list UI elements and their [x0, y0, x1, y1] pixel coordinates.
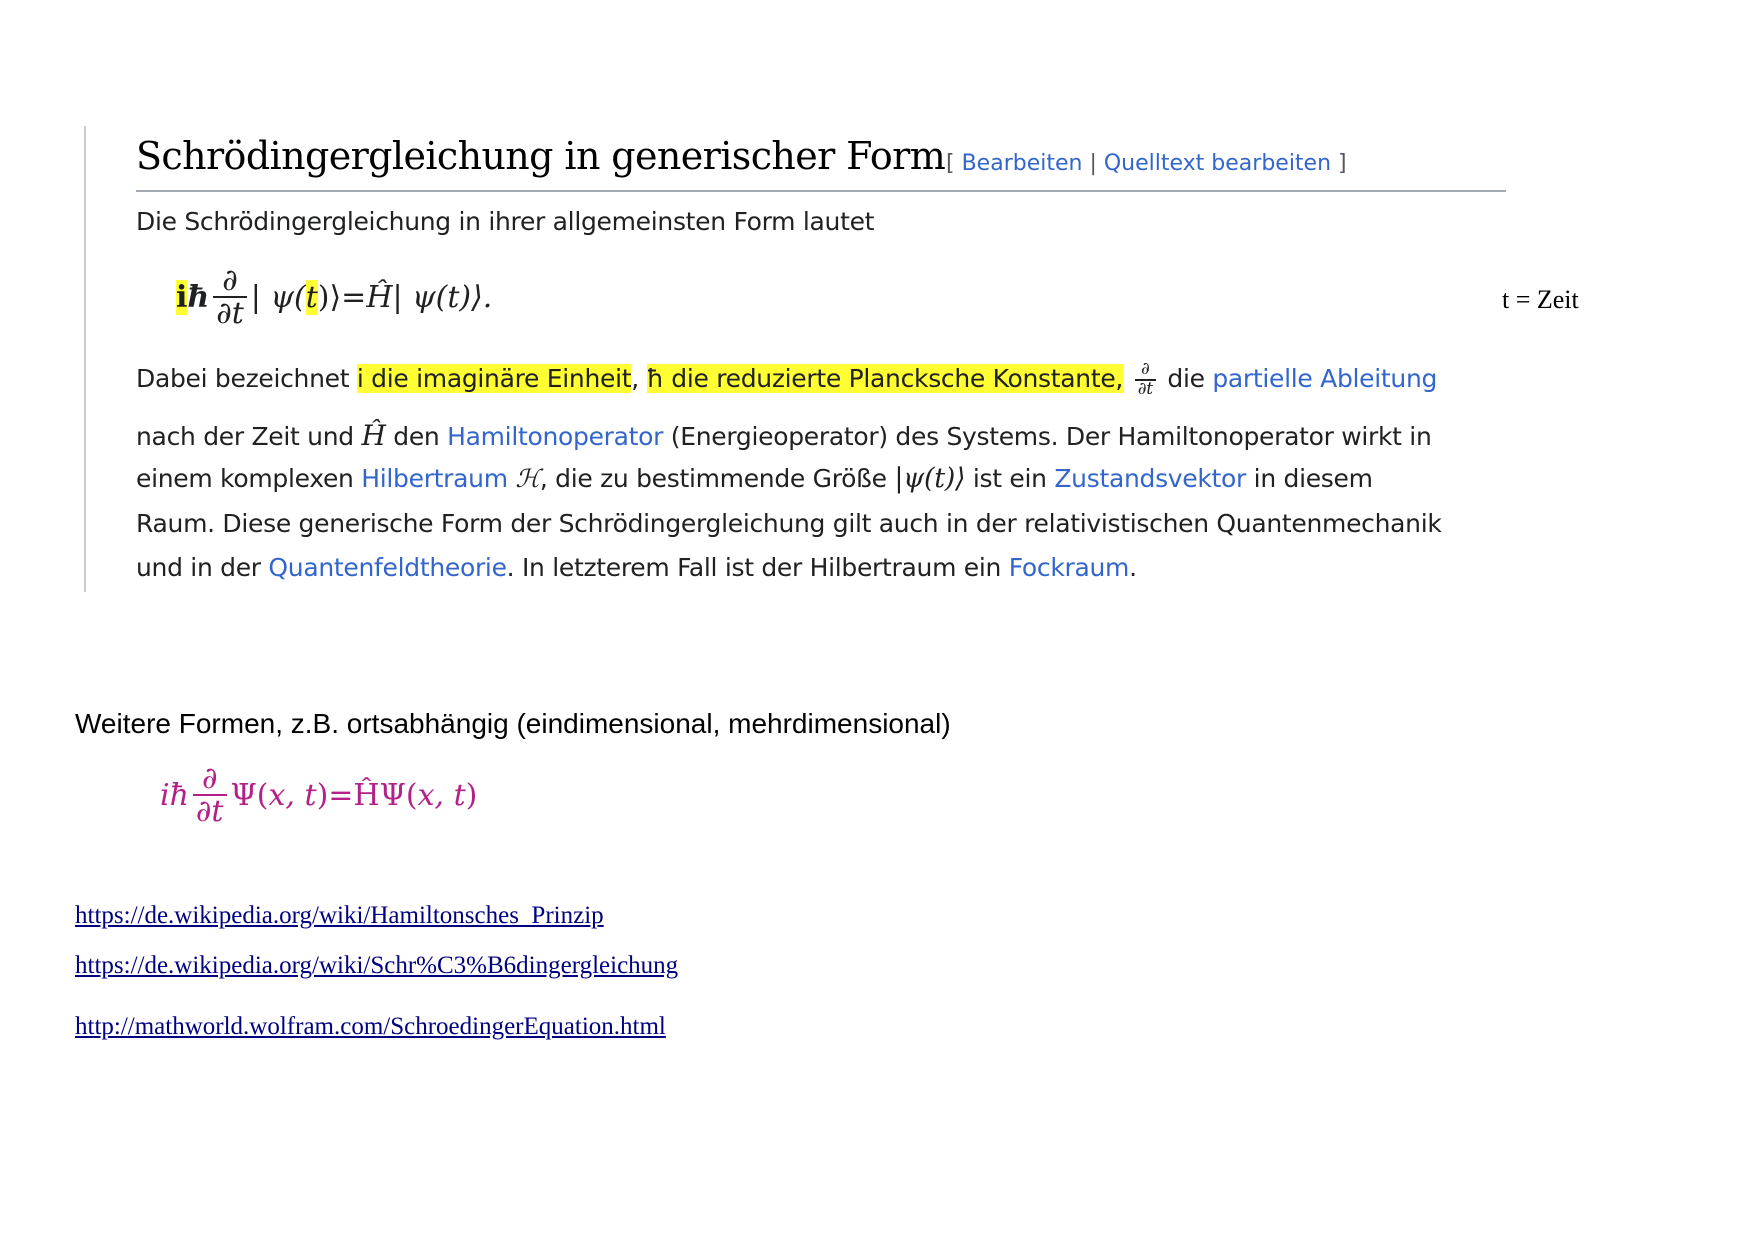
link-hilbertraum[interactable]: Hilbertraum — [361, 464, 508, 493]
further-forms-heading: Weitere Formen, z.B. ortsabhängig (eindi… — [75, 708, 951, 739]
link-hamiltonoperator[interactable]: Hamiltonoperator — [447, 422, 663, 451]
edit-link[interactable]: Bearbeiten — [962, 151, 1083, 176]
link-hamiltonsches-prinzip[interactable]: https://de.wikipedia.org/wiki/Hamiltonsc… — [75, 902, 604, 930]
paragraph-line: nach der Zeit und Ĥ den Hamiltonoperator… — [136, 419, 1432, 452]
paragraph-line: einem komplexen Hilbertraum ℋ, die zu be… — [136, 463, 1373, 494]
link-quantenfeldtheorie[interactable]: Quantenfeldtheorie — [268, 553, 507, 582]
link-mathworld-schroedinger[interactable]: http://mathworld.wolfram.com/Schroedinge… — [75, 1013, 666, 1041]
link-schroedingergleichung[interactable]: https://de.wikipedia.org/wiki/Schr%C3%B6… — [75, 952, 678, 980]
partial-derivative: ∂ ∂t — [213, 264, 247, 330]
hbar-symbol: ħ — [187, 279, 210, 315]
source-edit-link[interactable]: Quelltext bearbeiten — [1104, 151, 1331, 176]
intro-text: Die Schrödingergleichung in ihrer allgem… — [136, 207, 875, 236]
paragraph-line: Dabei bezeichnet i die imaginäre Einheit… — [136, 359, 1438, 399]
time-variable: t — [305, 279, 318, 315]
section-heading: Schrödingergleichung in generischer Form — [136, 134, 946, 178]
highlight-imaginary-unit: i die imaginäre Einheit — [356, 363, 632, 393]
paragraph-line: Raum. Diese generische Form der Schrödin… — [136, 509, 1442, 538]
schroedinger-equation-generic: iħ ∂ ∂t | ψ(t)⟩ = Ĥ| ψ(t)⟩. — [176, 262, 493, 331]
section-heading-row: Schrödingergleichung in generischer Form… — [136, 134, 1506, 192]
wiki-screenshot: Schrödingergleichung in generischer Form… — [84, 126, 1516, 592]
schroedinger-equation-position: iħ ∂ ∂t Ψ(x, t) = ĤΨ(x, t) — [160, 760, 478, 829]
partial-derivative-inline: ∂ ∂t — [1134, 360, 1156, 399]
partial-derivative: ∂ ∂t — [192, 762, 227, 828]
highlight-planck-constant: ħ die reduzierte Plancksche Konstante, — [646, 363, 1124, 393]
edit-links: [ Bearbeiten | Quelltext bearbeiten ] — [946, 151, 1347, 176]
paragraph-line: und in der Quantenfeldtheorie. In letzte… — [136, 553, 1137, 582]
link-fockraum[interactable]: Fockraum — [1009, 553, 1130, 582]
link-zustandsvektor[interactable]: Zustandsvektor — [1054, 464, 1246, 493]
link-partielle-ableitung[interactable]: partielle Ableitung — [1212, 364, 1437, 393]
time-annotation: t = Zeit — [1502, 285, 1579, 314]
imaginary-unit: i — [176, 279, 188, 315]
